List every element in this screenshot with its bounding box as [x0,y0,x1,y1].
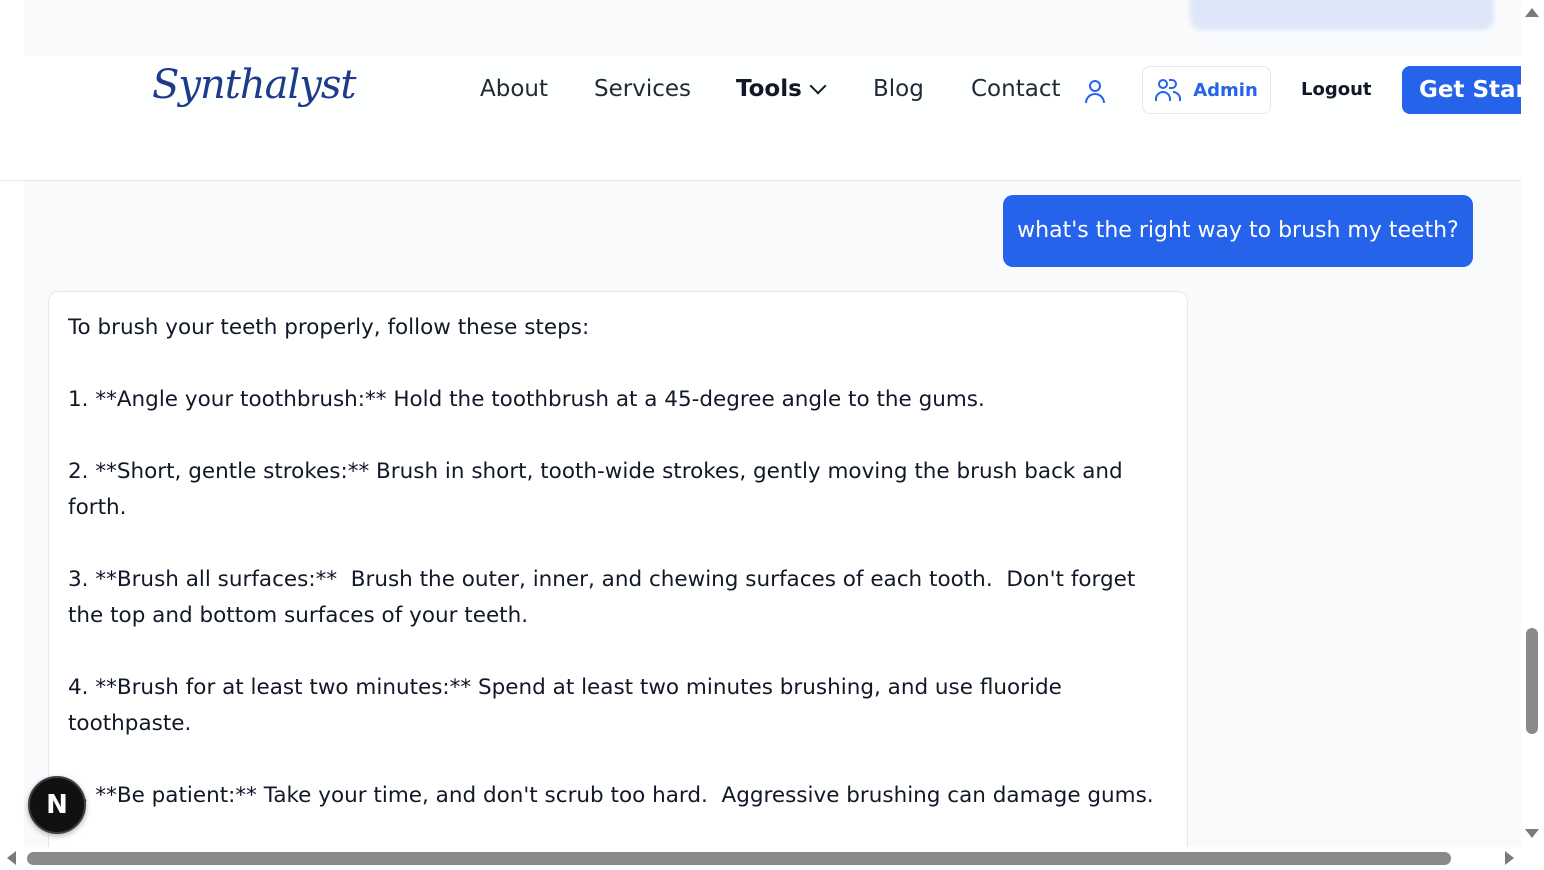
admin-button[interactable]: Admin [1142,66,1271,114]
assistant-message-card: To brush your teeth properly, follow the… [48,291,1188,847]
site-header: Synthalyst About Services Tools Blog Con… [0,56,1521,181]
chevron-down-icon [809,77,827,95]
admin-button-label: Admin [1193,79,1258,101]
horizontal-scroll-thumb[interactable] [27,852,1451,865]
scroll-down-arrow-icon[interactable] [1525,829,1539,838]
nav-services[interactable]: Services [594,76,691,102]
get-started-button[interactable]: Get Start [1402,66,1521,114]
horizontal-scrollbar[interactable] [0,847,1544,870]
nav-about[interactable]: About [480,76,548,102]
user-message-bubble: what's the right way to brush my teeth? [1003,195,1473,267]
assistant-message-text: To brush your teeth properly, follow the… [68,315,1154,808]
nav-contact[interactable]: Contact [971,76,1060,102]
user-icon[interactable] [1084,78,1106,104]
next-dev-badge[interactable]: N [28,776,86,834]
scroll-up-arrow-icon[interactable] [1525,8,1539,17]
scroll-right-arrow-icon[interactable] [1505,851,1514,865]
site-logo[interactable]: Synthalyst [152,62,356,108]
nav-blog[interactable]: Blog [873,76,924,102]
vertical-scrollbar[interactable] [1521,0,1544,847]
nav-tools-dropdown[interactable]: Tools [736,76,827,102]
vertical-scroll-thumb[interactable] [1526,628,1538,734]
nav-tools-label: Tools [736,76,802,102]
header-top-strip [24,0,1521,56]
users-icon [1155,79,1182,101]
scroll-left-arrow-icon[interactable] [7,851,16,865]
page: Synthalyst About Services Tools Blog Con… [0,0,1521,847]
logout-button[interactable]: Logout [1301,79,1372,100]
